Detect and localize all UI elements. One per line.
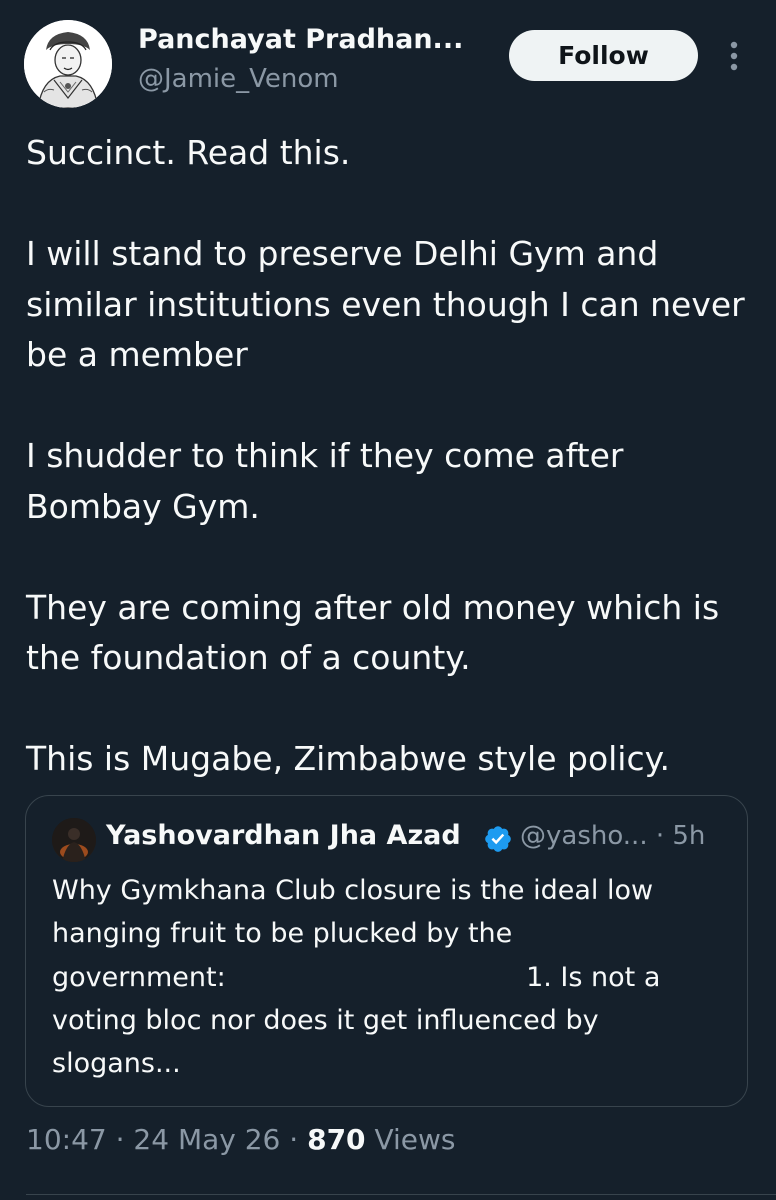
quoted-text-line: Why Gymkhana Club closure is the ideal l…	[52, 875, 654, 906]
quoted-text-line: government: 1. Is not a	[52, 961, 661, 993]
tweet-text: Succinct. Read this. I will stand to pre…	[26, 128, 750, 785]
quoted-text-line: slogans...	[52, 1048, 181, 1080]
quoted-tweet-card[interactable]: Yashovardhan Jha Azad @yasho... · 5h Why…	[25, 795, 748, 1107]
tweet-paragraph: I will stand to preserve Delhi Gym and s…	[26, 234, 745, 374]
quoted-author-handle[interactable]: @yasho...	[520, 821, 648, 851]
separator-dot: ·	[655, 821, 665, 851]
portrait-sketch-avatar	[24, 20, 112, 108]
quoted-author-avatar[interactable]	[52, 818, 96, 862]
tweet-date[interactable]: 24 May 26	[133, 1123, 280, 1156]
quoted-text-line: voting bloc nor does it get influenced b…	[52, 1004, 599, 1036]
author-avatar[interactable]	[24, 20, 112, 108]
quoted-author-name[interactable]: Yashovardhan Jha Azad	[106, 820, 461, 851]
divider	[26, 1194, 776, 1195]
more-options-icon[interactable]	[722, 38, 746, 74]
follow-button[interactable]: Follow	[509, 30, 698, 81]
tweet-paragraph: This is Mugabe, Zimbabwe style policy.	[26, 739, 670, 778]
tweet-time[interactable]: 10:47	[26, 1123, 107, 1156]
quoted-meta: @yasho... · 5h	[520, 821, 705, 851]
verified-badge-icon	[485, 826, 511, 852]
separator-dot: ·	[289, 1123, 299, 1156]
quoted-timestamp[interactable]: 5h	[672, 821, 705, 851]
tweet-paragraph: Succinct. Read this.	[26, 133, 351, 172]
quoted-avatar-image	[52, 818, 96, 862]
author-display-name[interactable]: Panchayat Pradhan...	[138, 24, 463, 55]
tweet-paragraph: I shudder to think if they come after Bo…	[26, 436, 624, 526]
separator-dot: ·	[115, 1123, 125, 1156]
views-count[interactable]: 870	[307, 1123, 365, 1156]
tweet-header: Panchayat Pradhan... @Jamie_Venom Follow	[0, 0, 776, 120]
tweet-paragraph: They are coming after old money which is…	[26, 587, 720, 678]
quoted-tweet-text: Why Gymkhana Club closure is the ideal l…	[52, 869, 732, 1085]
author-handle[interactable]: @Jamie_Venom	[138, 64, 339, 94]
tweet-metadata: 10:47 · 24 May 26 · 870 Views	[26, 1123, 456, 1156]
views-label[interactable]: Views	[374, 1123, 455, 1156]
quoted-text-line: hanging fruit to be plucked by the	[52, 918, 513, 950]
